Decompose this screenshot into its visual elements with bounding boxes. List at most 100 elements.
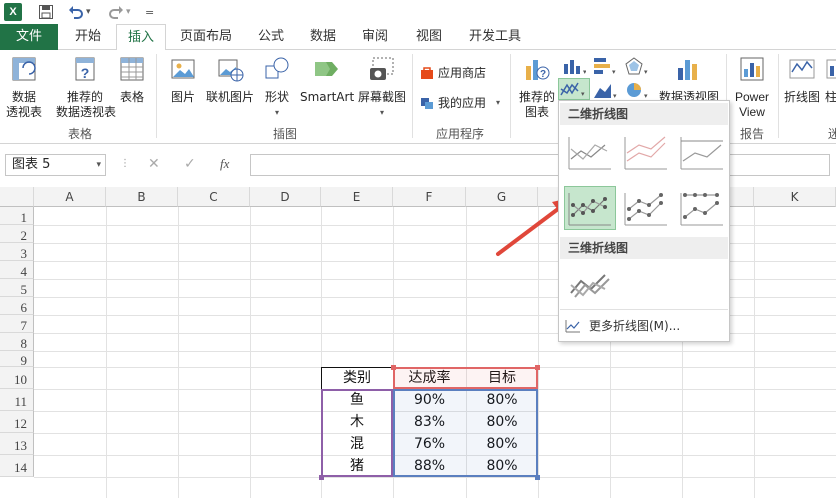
app-store-button[interactable]: 应用商店 xyxy=(420,64,486,81)
sparkline-line-icon xyxy=(789,59,815,79)
row-header[interactable]: 1 xyxy=(0,207,34,225)
line-with-markers-option[interactable] xyxy=(564,186,616,230)
column-header[interactable]: F xyxy=(393,187,466,207)
my-apps-dropdown-icon: ▾ xyxy=(496,98,501,107)
insert-function-icon[interactable]: fx xyxy=(220,156,229,172)
row-header[interactable]: 13 xyxy=(0,433,34,455)
formula-input[interactable] xyxy=(250,154,830,176)
area-chart-button[interactable]: ▾ xyxy=(592,80,620,100)
resize-handle[interactable] xyxy=(319,475,324,480)
tab-developer[interactable]: 开发工具 xyxy=(462,24,528,50)
row-header[interactable]: 14 xyxy=(0,455,34,477)
area-chart-icon: ▾ xyxy=(594,84,617,100)
my-apps-icon xyxy=(421,97,433,109)
online-pictures-button[interactable]: 联机图片 xyxy=(204,54,256,105)
line-chart-icon: ▾ xyxy=(560,82,585,98)
power-view-button[interactable]: Power View xyxy=(730,54,774,120)
row-header[interactable]: 4 xyxy=(0,261,34,279)
resize-handle[interactable] xyxy=(535,365,540,370)
shapes-button[interactable]: 形状 ▾ xyxy=(258,54,296,120)
sparkline-column-icon xyxy=(826,59,836,79)
pivot-table-button[interactable]: 数据 透视表 xyxy=(4,54,44,120)
screenshot-button[interactable]: 屏幕截图 ▾ xyxy=(354,54,410,120)
row-header[interactable]: 10 xyxy=(0,367,34,389)
cancel-icon[interactable]: ✕ xyxy=(148,156,160,172)
svg-text:▾: ▾ xyxy=(583,68,586,76)
tab-formulas[interactable]: 公式 xyxy=(248,24,294,50)
column-header[interactable]: C xyxy=(178,187,250,207)
sparkline-line-button[interactable]: 折线图 xyxy=(782,54,822,105)
row-header[interactable]: 8 xyxy=(0,333,34,351)
percent-stacked-line-thumb-icon xyxy=(680,137,723,170)
excel-app-icon[interactable]: X xyxy=(4,3,22,21)
name-box-dropdown-icon[interactable]: ▾ xyxy=(96,155,101,175)
undo-icon[interactable] xyxy=(68,3,84,21)
range-highlight-categories xyxy=(321,389,393,477)
row-header[interactable]: 9 xyxy=(0,351,34,368)
tab-home[interactable]: 开始 xyxy=(62,24,114,50)
gridline xyxy=(754,207,755,498)
tab-insert[interactable]: 插入 xyxy=(116,24,166,51)
customize-qat-icon[interactable]: = xyxy=(145,3,154,21)
line-chart-option[interactable] xyxy=(565,131,615,173)
ribbon-tabs: 文件 开始 插入 页面布局 公式 数据 审阅 视图 开发工具 xyxy=(0,24,836,51)
row-header[interactable]: 2 xyxy=(0,225,34,243)
column-header[interactable]: E xyxy=(321,187,393,207)
tab-data[interactable]: 数据 xyxy=(300,24,346,50)
pivot-chart-button[interactable]: 数据透视图 xyxy=(656,54,722,105)
section-2d-line: 二维折线图 xyxy=(560,103,728,125)
radar-chart-icon: ▾ xyxy=(625,57,648,76)
tab-file[interactable]: 文件 xyxy=(0,24,58,50)
percent-stacked-line-option[interactable] xyxy=(677,131,727,173)
tab-review[interactable]: 审阅 xyxy=(352,24,398,50)
resize-handle[interactable] xyxy=(535,475,540,480)
recommended-charts-button[interactable]: ? 推荐的 图表 xyxy=(514,54,560,120)
redo-icon[interactable] xyxy=(108,3,124,21)
row-header[interactable]: 6 xyxy=(0,297,34,315)
redo-dropdown-icon[interactable]: ▾ xyxy=(126,3,131,21)
stacked-line-option[interactable] xyxy=(621,131,671,173)
row-header[interactable]: 7 xyxy=(0,315,34,333)
tab-page-layout[interactable]: 页面布局 xyxy=(170,24,242,50)
sparkline-column-button[interactable]: 柱 xyxy=(824,54,836,105)
dropdown-separator xyxy=(560,309,728,310)
smartart-button[interactable]: SmartArt xyxy=(300,54,354,105)
radar-chart-button[interactable]: ▾ xyxy=(624,56,650,76)
pictures-button[interactable]: 图片 xyxy=(166,54,200,105)
row-header[interactable]: 11 xyxy=(0,389,34,411)
column-header[interactable]: A xyxy=(34,187,106,207)
3d-line-option[interactable] xyxy=(565,263,615,305)
percent-stacked-line-with-markers-option[interactable] xyxy=(677,187,727,229)
3d-line-thumb-icon xyxy=(570,274,610,298)
column-header[interactable]: K xyxy=(754,187,836,207)
column-header[interactable]: D xyxy=(250,187,321,207)
gridline xyxy=(178,207,179,498)
enter-icon[interactable]: ✓ xyxy=(184,156,196,172)
smartart-icon xyxy=(315,62,338,76)
row-header[interactable]: 3 xyxy=(0,243,34,261)
name-box[interactable]: 图表 5 ▾ xyxy=(5,154,106,176)
resize-handle[interactable] xyxy=(391,365,396,370)
more-line-charts-item[interactable]: 更多折线图(M)... xyxy=(565,317,680,334)
recommended-charts-icon: ? xyxy=(526,60,550,80)
select-all-corner[interactable] xyxy=(0,187,34,207)
undo-dropdown-icon[interactable]: ▾ xyxy=(86,3,91,21)
table-button[interactable]: 表格 xyxy=(116,54,148,105)
svg-text:?: ? xyxy=(81,65,90,81)
line-chart-button[interactable]: ▾ xyxy=(558,78,590,100)
pivot-table-icon xyxy=(12,57,36,81)
column-header[interactable]: B xyxy=(106,187,178,207)
section-3d-line: 三维折线图 xyxy=(560,237,728,259)
row-header[interactable]: 12 xyxy=(0,411,34,433)
pie-chart-icon: ▾ xyxy=(627,83,648,100)
svg-text:?: ? xyxy=(540,69,546,80)
my-apps-button[interactable]: 我的应用 ▾ xyxy=(420,94,500,111)
column-chart-button[interactable]: ▾ xyxy=(562,56,587,76)
pie-chart-button[interactable]: ▾ xyxy=(624,80,652,100)
bar-chart-button[interactable]: ▾ xyxy=(592,56,618,76)
tab-view[interactable]: 视图 xyxy=(406,24,452,50)
stacked-line-with-markers-option[interactable] xyxy=(621,187,671,229)
save-icon[interactable] xyxy=(38,3,54,21)
row-header[interactable]: 5 xyxy=(0,279,34,297)
recommended-pivot-button[interactable]: ? 推荐的 数据透视表 xyxy=(56,54,116,120)
